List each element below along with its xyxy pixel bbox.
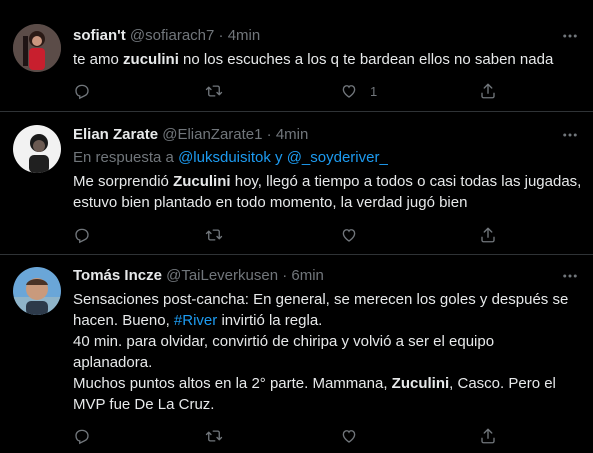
tweet[interactable]: Elian Zarate @ElianZarate1 · 4min En res…: [0, 112, 593, 255]
reply-button[interactable]: [73, 225, 91, 245]
text-bold: Zuculini: [391, 375, 450, 392]
timestamp[interactable]: 6min: [291, 267, 324, 284]
share-icon: [481, 428, 495, 444]
text-bold: Zuculini: [173, 173, 231, 190]
text-segment: hacen. Bueno,: [73, 312, 174, 329]
tweet-actions: [73, 426, 503, 446]
reply-button[interactable]: [73, 426, 91, 446]
like-button[interactable]: 1: [340, 81, 377, 101]
tweet-actions: 1: [73, 81, 503, 101]
text-segment: te amo: [73, 51, 124, 68]
retweet-button[interactable]: [205, 426, 223, 446]
text-line: MVP fue De La Cruz.: [73, 396, 215, 413]
retweet-button[interactable]: [205, 225, 223, 245]
text-line: Sensaciones post-cancha: En general, se …: [73, 291, 569, 308]
separator: ·: [266, 126, 272, 143]
mention-link[interactable]: @luksduisitok: [178, 149, 271, 166]
retweet-button[interactable]: [205, 81, 223, 101]
hashtag-link[interactable]: #River: [174, 312, 217, 329]
text-line: hacen. Bueno, #River invirtió la regla.: [73, 310, 583, 331]
retweet-icon: [205, 430, 223, 442]
share-button[interactable]: [479, 225, 497, 245]
tweet[interactable]: Tomás Incze @TaiLeverkusen · 6min Sensac…: [0, 255, 593, 453]
tweet-header: sofian't @sofiarach7 · 4min: [73, 26, 260, 46]
display-name[interactable]: Elian Zarate: [73, 126, 158, 143]
mention-link[interactable]: @_soyderiver_: [287, 149, 388, 166]
avatar[interactable]: [13, 267, 61, 315]
separator: ·: [282, 267, 288, 284]
retweet-icon: [205, 85, 223, 97]
text-line: aplanadora.: [73, 354, 153, 371]
separator: ·: [218, 27, 224, 44]
like-button[interactable]: [340, 225, 358, 245]
reply-prefix: En respuesta a: [73, 149, 179, 166]
reply-conjunction: y: [270, 149, 287, 166]
reply-button[interactable]: [73, 81, 91, 101]
retweet-icon: [205, 229, 223, 241]
more-icon[interactable]: [561, 126, 579, 144]
more-icon[interactable]: [561, 267, 579, 285]
tweet-header: Elian Zarate @ElianZarate1 · 4min: [73, 125, 308, 145]
user-handle[interactable]: @TaiLeverkusen: [166, 267, 278, 284]
text-segment: Me sorprendió: [73, 173, 174, 190]
avatar[interactable]: [13, 125, 61, 173]
text-segment: Muchos puntos altos en la 2° parte. Mamm…: [73, 375, 392, 392]
text-line: Me sorprendió Zuculini hoy, llegó a tiem…: [73, 171, 583, 192]
display-name[interactable]: Tomás Incze: [73, 267, 162, 284]
user-handle[interactable]: @sofiarach7: [130, 27, 214, 44]
share-button[interactable]: [479, 426, 497, 446]
like-icon: [342, 85, 356, 98]
share-icon: [481, 227, 495, 243]
reply-icon: [75, 429, 89, 445]
tweet-header: Tomás Incze @TaiLeverkusen · 6min: [73, 266, 324, 286]
like-icon: [342, 229, 356, 242]
share-icon: [481, 83, 495, 99]
text-segment: no los escuches a los q te bardean ellos…: [178, 51, 554, 68]
timestamp[interactable]: 4min: [228, 27, 261, 44]
tweet-text: te amo zuculini no los escuches a los q …: [73, 49, 583, 70]
like-icon: [342, 430, 356, 443]
reply-icon: [75, 228, 89, 244]
share-button[interactable]: [479, 81, 497, 101]
tweet-text: Me sorprendió Zuculini hoy, llegó a tiem…: [73, 171, 583, 213]
like-button[interactable]: [340, 426, 358, 446]
text-segment: , Casco. Pero el: [449, 375, 556, 392]
text-segment: invirtió la regla.: [217, 312, 323, 329]
more-icon[interactable]: [561, 27, 579, 45]
text-segment: hoy, llegó a tiempo a todos o casi todas…: [230, 173, 582, 190]
display-name[interactable]: sofian't: [73, 27, 126, 44]
tweet-actions: [73, 225, 503, 245]
text-line: estuvo bien plantado en todo momento, la…: [73, 194, 468, 211]
avatar[interactable]: [13, 24, 61, 72]
like-count: 1: [370, 83, 378, 99]
text-line: 40 min. para olvidar, convirtió de chiri…: [73, 333, 495, 350]
reply-icon: [75, 84, 89, 100]
text-line: Muchos puntos altos en la 2° parte. Mamm…: [73, 373, 583, 394]
timestamp[interactable]: 4min: [276, 126, 309, 143]
reply-context: En respuesta a @luksduisitok y @_soyderi…: [73, 148, 388, 168]
tweet-text: Sensaciones post-cancha: En general, se …: [73, 289, 583, 415]
tweet[interactable]: sofian't @sofiarach7 · 4min te amo zucul…: [0, 0, 593, 112]
text-bold: zuculini: [123, 51, 179, 68]
user-handle[interactable]: @ElianZarate1: [162, 126, 262, 143]
